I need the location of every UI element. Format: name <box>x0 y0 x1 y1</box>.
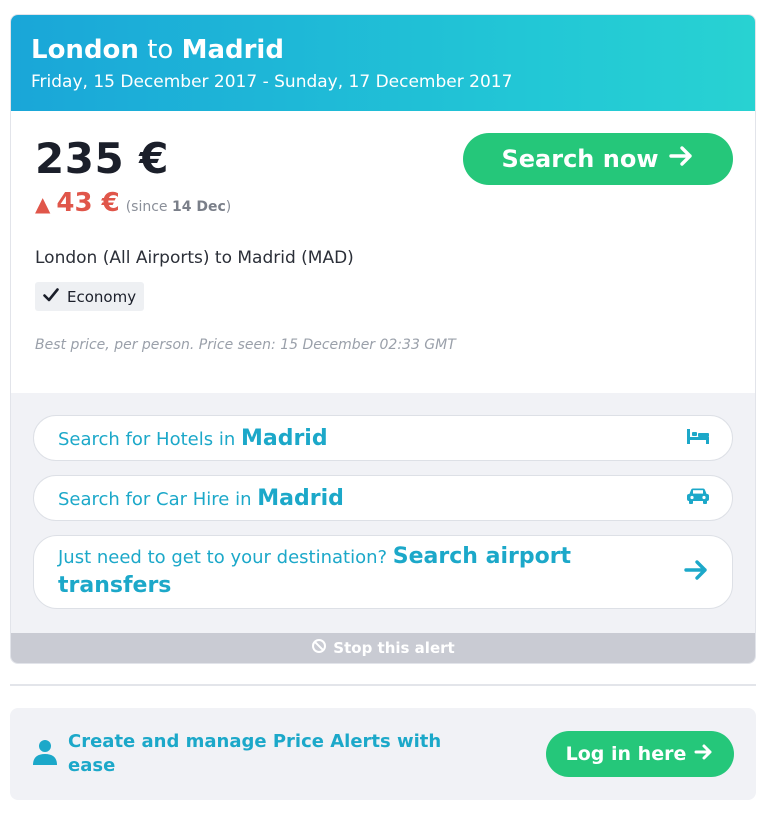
car-city: Madrid <box>257 485 344 511</box>
stop-alert-button[interactable]: Stop this alert <box>11 633 755 663</box>
search-airport-transfers-link[interactable]: Just need to get to your destination? Se… <box>33 535 733 609</box>
price-fine-print: Best price, per person. Price seen: 15 D… <box>35 337 456 353</box>
route-description: London (All Airports) to Madrid (MAD) <box>35 248 354 268</box>
since-suffix: ) <box>225 199 232 215</box>
log-in-label: Log in here <box>565 743 687 765</box>
search-hotels-text: Search for Hotels in Madrid <box>58 426 328 451</box>
cabin-class-label: Economy <box>67 287 137 306</box>
arrow-right-icon <box>668 145 695 173</box>
route-connector: to <box>147 35 174 65</box>
login-promo: Create and manage Price Alerts with ease… <box>10 708 756 800</box>
stop-alert-label: Stop this alert <box>333 639 455 657</box>
transfer-prefix: Just need to get to your destination? <box>58 547 388 568</box>
price-change-since: (since 14 Dec) <box>126 199 232 215</box>
search-car-hire-text: Search for Car Hire in Madrid <box>58 486 344 511</box>
route-title: London to Madrid <box>31 33 735 67</box>
alert-header: London to Madrid Friday, 15 December 201… <box>11 15 755 111</box>
since-date: 14 Dec <box>172 199 226 215</box>
since-prefix: (since <box>125 199 168 215</box>
arrow-right-icon <box>694 743 714 766</box>
car-prefix: Search for Car Hire in <box>58 488 252 510</box>
related-links: Search for Hotels in Madrid Search for C… <box>11 393 755 609</box>
airport-transfers-text: Just need to get to your destination? Se… <box>58 543 684 601</box>
promo-message: Create and manage Price Alerts with ease <box>68 731 442 776</box>
hotels-prefix: Search for Hotels in <box>58 428 236 450</box>
section-divider <box>10 684 756 686</box>
price-up-icon: ▲ <box>35 192 51 216</box>
arrow-right-icon <box>684 559 710 586</box>
price-change: ▲ 43 € (since 14 Dec) <box>35 189 731 218</box>
search-now-label: Search now <box>501 145 659 173</box>
search-car-hire-link[interactable]: Search for Car Hire in Madrid <box>33 475 733 521</box>
bed-icon <box>686 427 710 450</box>
cabin-class-badge: Economy <box>35 282 145 311</box>
search-now-button[interactable]: Search now <box>463 133 733 185</box>
hotels-city: Madrid <box>240 425 328 451</box>
origin-city: London <box>31 35 139 65</box>
price-alert-card: London to Madrid Friday, 15 December 201… <box>10 14 756 664</box>
price-change-amount: 43 € <box>56 188 120 218</box>
person-icon <box>32 738 58 770</box>
log-in-button[interactable]: Log in here <box>546 731 734 777</box>
ban-icon <box>311 638 327 658</box>
price-panel: 235 € ▲ 43 € (since 14 Dec) Search now L… <box>11 111 755 393</box>
search-hotels-link[interactable]: Search for Hotels in Madrid <box>33 415 733 461</box>
destination-city: Madrid <box>181 35 284 65</box>
car-icon <box>686 487 710 510</box>
check-icon <box>43 287 59 306</box>
travel-dates: Friday, 15 December 2017 - Sunday, 17 De… <box>31 72 513 92</box>
